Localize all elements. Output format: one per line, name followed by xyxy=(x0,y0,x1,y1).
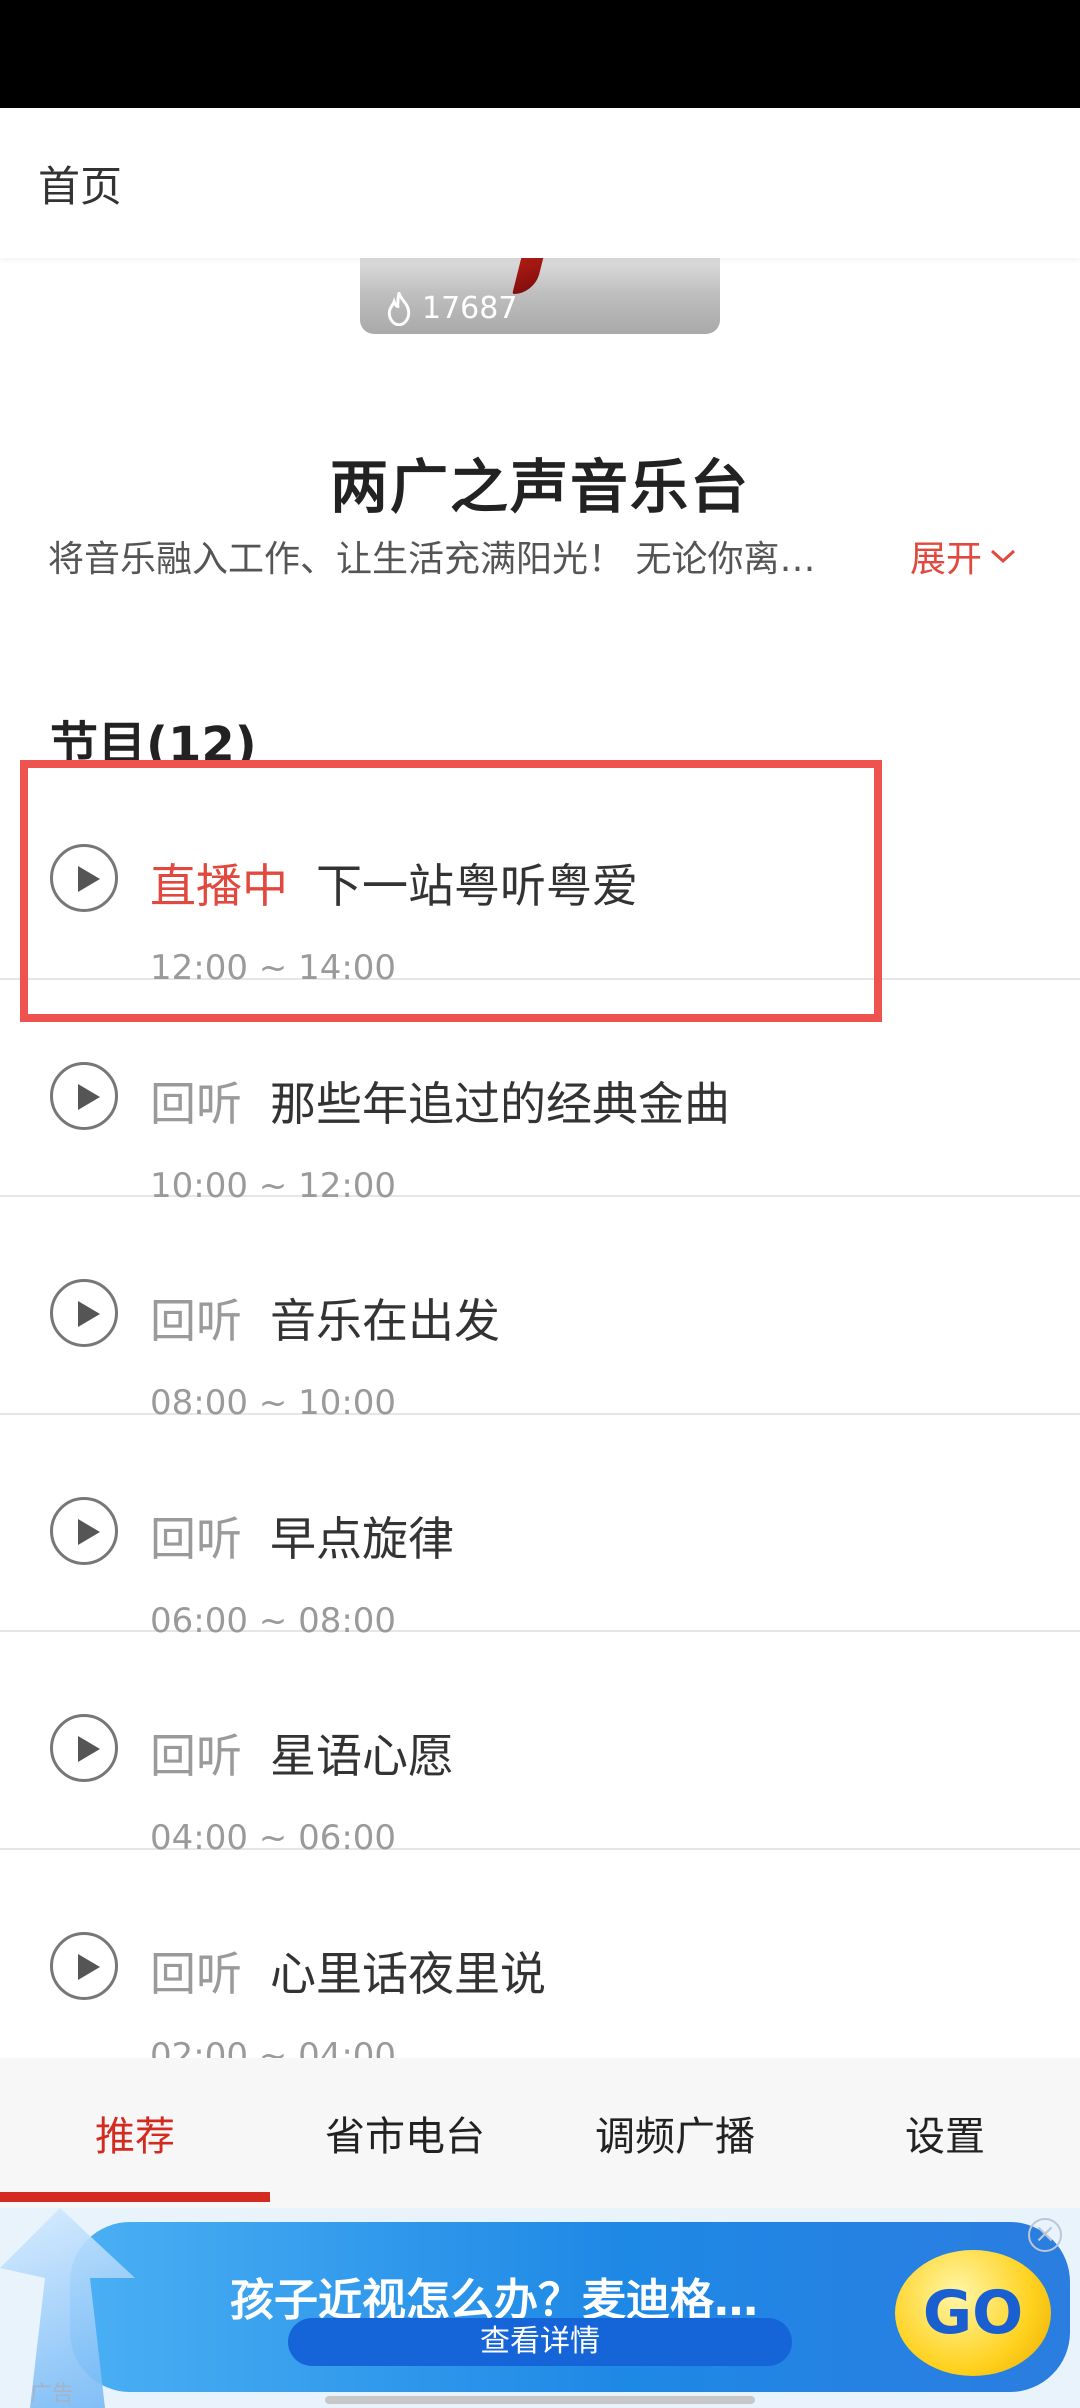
play-icon[interactable] xyxy=(50,1714,118,1782)
program-item[interactable]: 回听 心里话夜里说 02:00 ~ 04:00 xyxy=(0,1850,1080,2059)
flame-icon xyxy=(387,291,411,326)
replay-badge: 回听 xyxy=(150,1076,242,1131)
station-description: 将音乐融入工作、让生活充满阳光！ 无论你离… xyxy=(48,539,816,580)
play-icon[interactable] xyxy=(50,1496,118,1565)
replay-badge: 回听 xyxy=(150,1946,242,2001)
station-description-row: 将音乐融入工作、让生活充满阳光！ 无论你离… 展开 xyxy=(48,530,1038,582)
program-item[interactable]: 回听 音乐在出发 08:00 ~ 10:00 xyxy=(0,1197,1080,1423)
tab-provincial-stations[interactable]: 省市电台 xyxy=(270,2058,540,2208)
ad-banner[interactable]: 孩子近视怎么办？麦迪格… 查看详情 GO × 广告 xyxy=(0,2208,1080,2408)
close-icon[interactable]: × xyxy=(1028,2218,1062,2252)
program-name: 音乐在出发 xyxy=(270,1294,500,1348)
ad-label: 广告 xyxy=(30,2382,75,2407)
replay-badge: 回听 xyxy=(150,1294,242,1348)
chevron-down-icon xyxy=(991,549,1016,564)
program-item[interactable]: 回听 早点旋律 06:00 ~ 08:00 xyxy=(0,1415,1080,1641)
home-indicator[interactable] xyxy=(325,2396,755,2404)
expand-button[interactable]: 展开 xyxy=(910,530,1018,582)
tab-fm-radio[interactable]: 调频广播 xyxy=(540,2058,810,2208)
play-icon[interactable] xyxy=(50,1279,118,1347)
replay-badge: 回听 xyxy=(150,1511,242,1566)
bottom-tab-bar: 推荐 省市电台 调频广播 设置 xyxy=(0,2058,1080,2208)
highlight-box xyxy=(20,760,882,1022)
view-details-button[interactable]: 查看详情 xyxy=(288,2318,792,2366)
heat-count: 17687 xyxy=(384,291,517,326)
replay-badge: 回听 xyxy=(150,1729,242,1783)
program-name: 早点旋律 xyxy=(270,1511,454,1566)
expand-label: 展开 xyxy=(910,539,983,580)
station-name: 两广之声音乐台 xyxy=(329,453,750,521)
play-icon[interactable] xyxy=(50,1931,118,2000)
go-button[interactable]: GO xyxy=(895,2250,1051,2376)
tab-recommend[interactable]: 推荐 xyxy=(0,2058,270,2208)
program-name: 那些年追过的经典金曲 xyxy=(270,1076,730,1131)
program-name: 心里话夜里说 xyxy=(270,1946,546,2001)
program-item[interactable]: 回听 星语心愿 04:00 ~ 06:00 xyxy=(0,1632,1080,1858)
program-name: 星语心愿 xyxy=(270,1729,454,1783)
tab-settings[interactable]: 设置 xyxy=(810,2058,1080,2208)
play-icon[interactable] xyxy=(50,1061,118,1130)
page-title[interactable]: 首页 xyxy=(38,153,122,214)
program-time: 02:00 ~ 04:00 xyxy=(150,2035,397,2059)
status-bar xyxy=(0,0,1080,108)
heat-count-value: 17687 xyxy=(422,291,518,326)
top-header: 首页 xyxy=(0,108,1080,258)
